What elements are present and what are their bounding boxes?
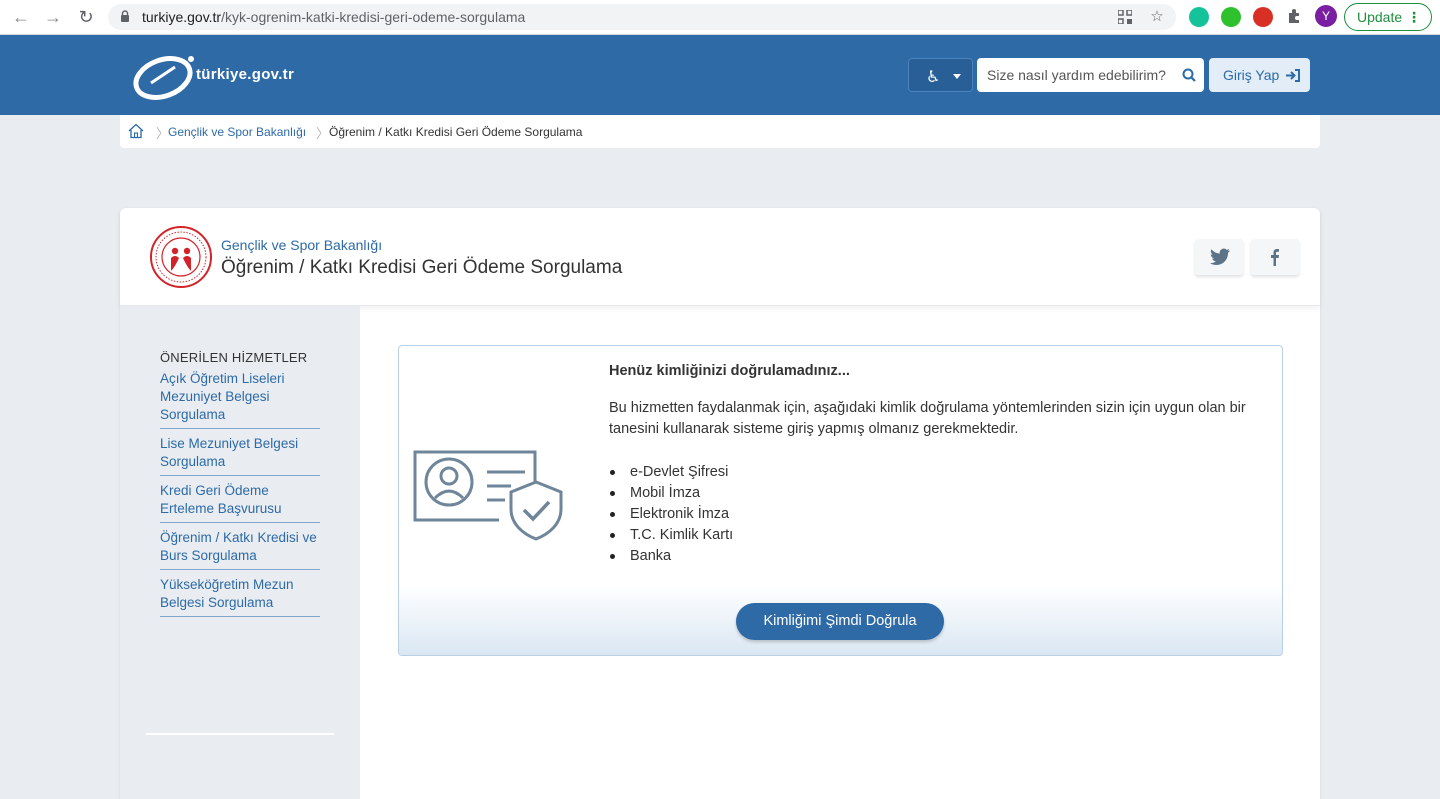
address-bar[interactable]: turkiye.gov.tr/kyk-ogrenim-katki-kredisi… xyxy=(108,4,1176,30)
site-header: türkiye.gov.tr ♿ Giriş Yap xyxy=(0,35,1440,115)
more-menu-icon: ⋮ xyxy=(1407,9,1421,25)
grammarly-extension-icon[interactable] xyxy=(1189,7,1209,27)
forward-arrow-icon[interactable]: → xyxy=(42,6,64,28)
method-mobile-signature: Mobil İmza xyxy=(609,483,733,504)
twitter-share-button[interactable] xyxy=(1195,239,1243,275)
sidebar-item-aof-lise-mezuniyet[interactable]: Açık Öğretim Liseleri Mezuniyet Belgesi … xyxy=(160,370,320,429)
extension-green-icon[interactable] xyxy=(1221,7,1241,27)
logo-wordmark: türkiye.gov.tr xyxy=(196,66,295,83)
identity-verification-panel: Henüz kimliğinizi doğrulamadınız... Bu h… xyxy=(398,345,1283,656)
service-header: Gençlik ve Spor Bakanlığı Öğrenim / Katk… xyxy=(120,208,1320,306)
sidebar-item-kredi-erteleme[interactable]: Kredi Geri Ödeme Erteleme Başvurusu xyxy=(160,482,320,523)
sign-in-icon xyxy=(1286,69,1300,82)
breadcrumb-link-ministry[interactable]: Gençlik ve Spor Bakanlığı xyxy=(168,125,306,139)
search-icon[interactable] xyxy=(1182,68,1196,82)
update-label: Update xyxy=(1357,9,1403,25)
method-electronic-signature: Elektronik İmza xyxy=(609,504,733,525)
recommended-services-list: Açık Öğretim Liseleri Mezuniyet Belgesi … xyxy=(160,370,320,623)
breadcrumb: 〉 Gençlik ve Spor Bakanlığı 〉 Öğrenim / … xyxy=(120,115,1320,148)
breadcrumb-separator: 〉 xyxy=(316,126,330,141)
method-id-card: T.C. Kimlik Kartı xyxy=(609,525,733,546)
login-label: Giriş Yap xyxy=(1223,67,1280,83)
browser-update-button[interactable]: Update ⋮ xyxy=(1344,3,1432,31)
institution-name[interactable]: Gençlik ve Spor Bakanlığı xyxy=(221,237,382,253)
verification-title: Henüz kimliğinizi doğrulamadınız... xyxy=(609,363,850,379)
sidebar-divider xyxy=(146,733,334,735)
reload-icon[interactable]: ↻ xyxy=(75,6,97,28)
method-edevlet-password: e-Devlet Şifresi xyxy=(609,462,733,483)
wheelchair-icon: ♿ xyxy=(926,69,941,86)
search-input[interactable] xyxy=(977,58,1177,92)
url-host: turkiye.gov.tr xyxy=(142,9,222,25)
back-arrow-icon[interactable]: ← xyxy=(10,6,32,28)
method-bank: Banka xyxy=(609,546,733,567)
ministry-emblem-logo xyxy=(150,226,212,288)
facebook-share-button[interactable] xyxy=(1251,239,1299,275)
sidebar-item-kredi-burs-sorgulama[interactable]: Öğrenim / Katkı Kredisi ve Burs Sorgulam… xyxy=(160,529,320,570)
id-card-shield-icon xyxy=(413,450,563,541)
search-box xyxy=(977,58,1204,92)
facebook-icon xyxy=(1271,249,1279,266)
url-text: turkiye.gov.tr/kyk-ogrenim-katki-kredisi… xyxy=(142,9,525,25)
recommended-services-sidebar: ÖNERİLEN HİZMETLER Açık Öğretim Liseleri… xyxy=(120,306,360,799)
breadcrumb-current: Öğrenim / Katkı Kredisi Geri Ödeme Sorgu… xyxy=(329,125,583,139)
home-icon[interactable] xyxy=(128,123,144,139)
extensions-puzzle-icon[interactable] xyxy=(1285,8,1303,26)
accessibility-menu-button[interactable]: ♿ xyxy=(908,58,973,92)
qr-code-icon[interactable] xyxy=(1116,8,1134,26)
service-card: Gençlik ve Spor Bakanlığı Öğrenim / Katk… xyxy=(120,208,1320,799)
login-button[interactable]: Giriş Yap xyxy=(1209,58,1310,92)
verify-identity-button[interactable]: Kimliğimi Şimdi Doğrula xyxy=(736,603,944,640)
verification-description: Bu hizmetten faydalanmak için, aşağıdaki… xyxy=(609,400,1246,437)
lock-icon xyxy=(121,10,129,22)
sidebar-item-yuksekogretim-mezun[interactable]: Yükseköğretim Mezun Belgesi Sorgulama xyxy=(160,576,320,617)
sidebar-item-lise-mezuniyet[interactable]: Lise Mezuniyet Belgesi Sorgulama xyxy=(160,435,320,476)
twitter-bird-icon xyxy=(1210,248,1230,265)
verification-methods-list: e-Devlet Şifresi Mobil İmza Elektronik İ… xyxy=(609,462,733,567)
profile-avatar[interactable]: Y xyxy=(1315,5,1337,27)
page-title: Öğrenim / Katkı Kredisi Geri Ödeme Sorgu… xyxy=(221,257,623,278)
extension-red-icon[interactable] xyxy=(1253,7,1273,27)
url-path: /kyk-ogrenim-katki-kredisi-geri-odeme-so… xyxy=(221,9,526,25)
caret-down-icon xyxy=(953,74,961,79)
browser-toolbar: ← → ↻ turkiye.gov.tr/kyk-ogrenim-katki-k… xyxy=(0,0,1440,35)
bookmark-star-icon[interactable]: ☆ xyxy=(1148,8,1166,26)
sidebar-title: ÖNERİLEN HİZMETLER xyxy=(160,350,308,365)
